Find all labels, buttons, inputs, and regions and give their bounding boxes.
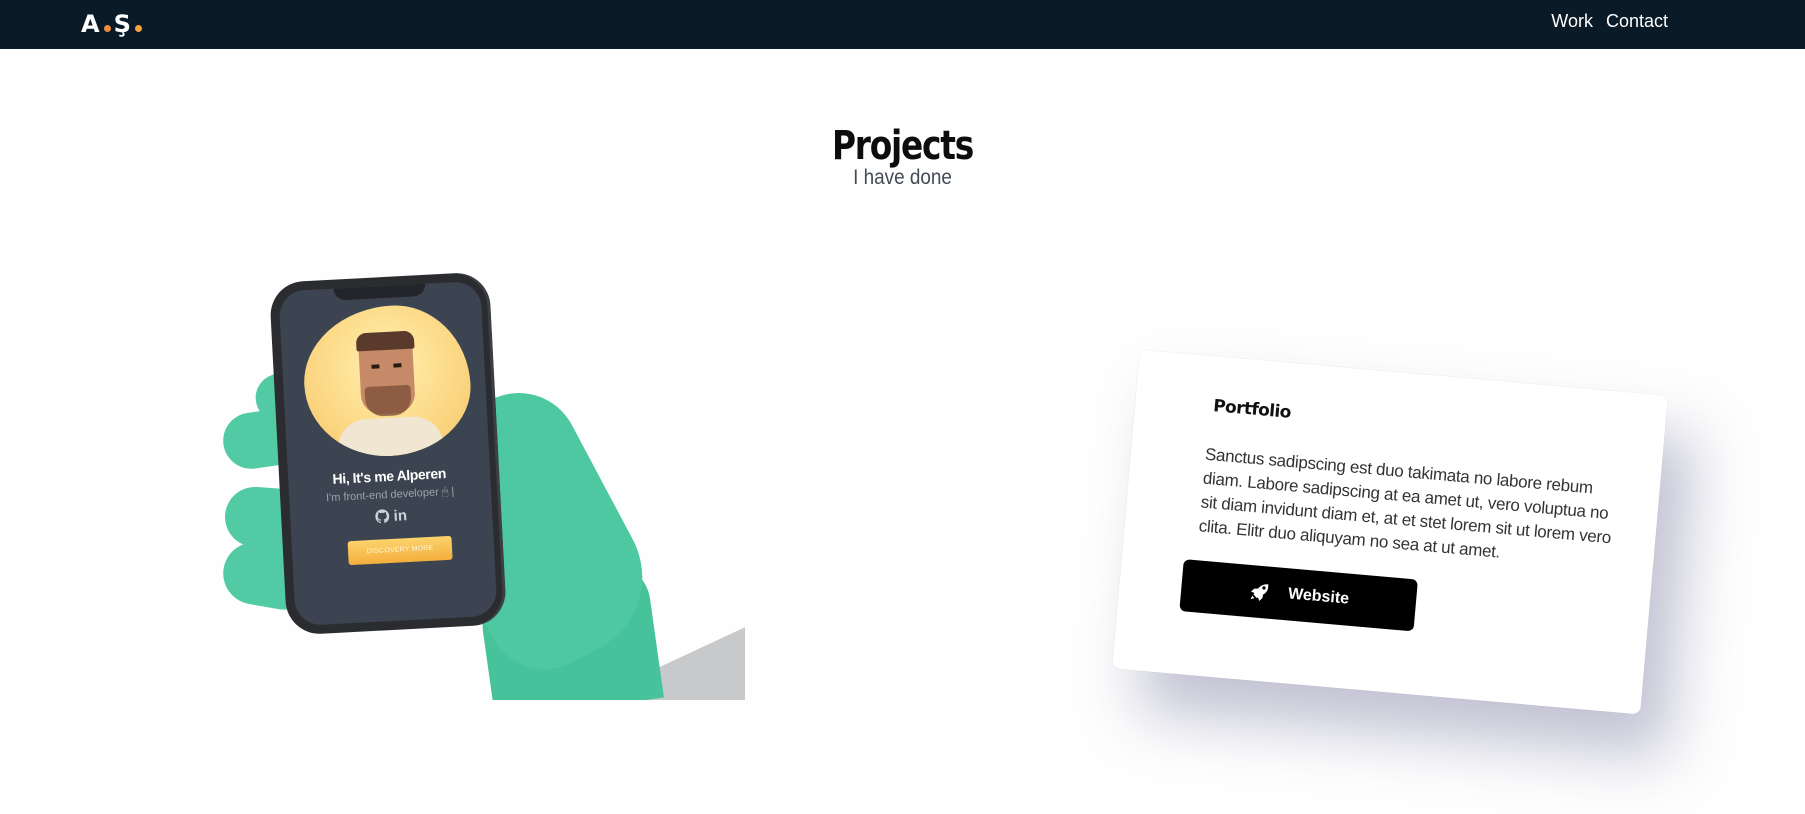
phone-screen: Hi, It's me Alperen I'm front-end develo… [278,280,498,627]
project-card-wrapper: Portfolio Sanctus sadipscing est duo tak… [1112,349,1668,715]
logo-letter-s: Ş [113,10,132,38]
phone-discovery-button: DISCOVERY MORE [347,535,453,566]
phone-mockup: Hi, It's me Alperen I'm front-end develo… [268,271,508,636]
page-subtitle: I have done [853,166,952,189]
project-description: Sanctus sadipscing est duo takimata no l… [1197,444,1612,562]
logo-letter-a: A [81,10,101,38]
avatar-eye [393,363,402,368]
avatar-shirt [336,415,445,461]
linkedin-icon: in [393,507,408,525]
avatar-eye [371,364,380,369]
nav-link-contact[interactable]: Contact [1606,11,1668,32]
logo-dot [134,25,142,32]
navbar: A Ş Work Contact [0,0,1805,49]
website-button-label: Website [1287,585,1350,608]
avatar-hair [355,330,415,352]
website-button[interactable]: Website [1179,559,1418,632]
logo-dot [103,25,111,32]
rocket-icon [1250,584,1269,602]
site-logo[interactable]: A Ş [81,10,145,38]
avatar-beard [364,384,413,418]
nav-links: Work Contact [1551,11,1668,32]
phone-social-icons: in [290,503,493,531]
project-title: Portfolio [1212,396,1292,423]
projects-header: Projects I have done [0,120,1805,190]
nav-link-work[interactable]: Work [1551,11,1593,32]
page-title: Projects [831,123,974,169]
phone-notch [333,283,426,301]
avatar [300,301,475,461]
hand-phone-illustration: Hi, It's me Alperen I'm front-end develo… [215,270,745,700]
project-card: Portfolio Sanctus sadipscing est duo tak… [1112,349,1668,715]
github-icon [375,509,390,524]
